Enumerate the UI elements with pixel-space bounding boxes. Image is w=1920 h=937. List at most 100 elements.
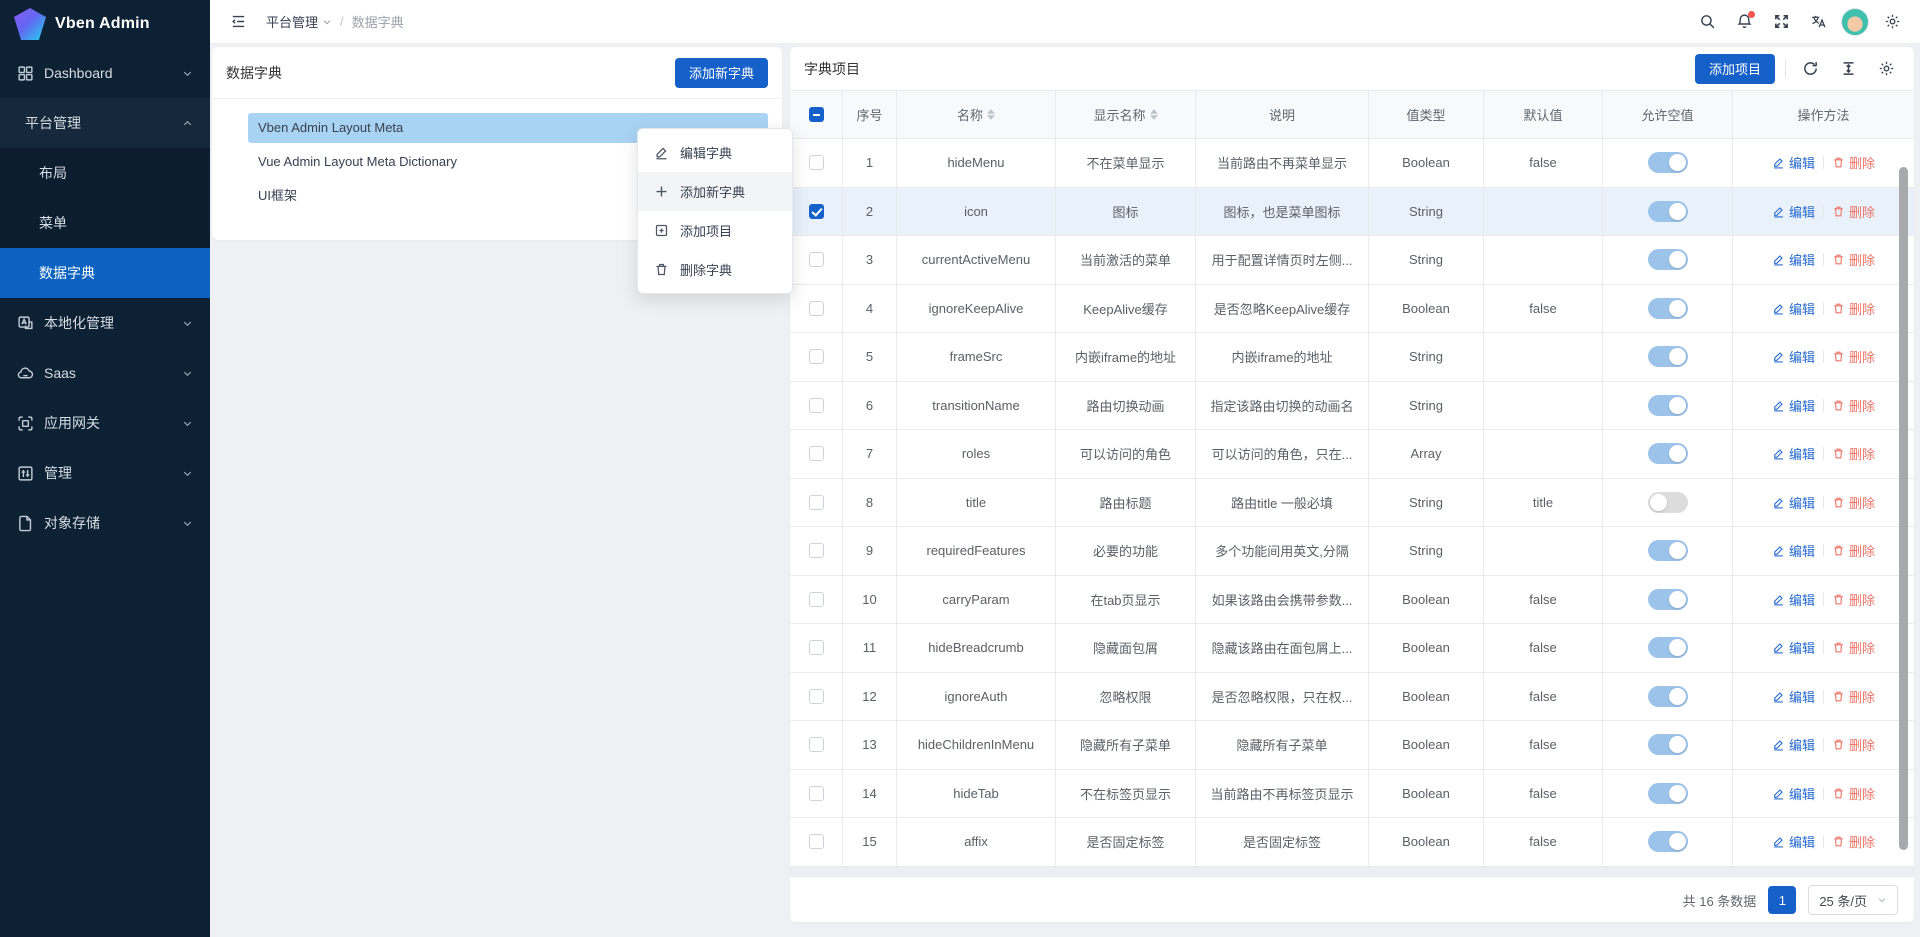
row-checkbox[interactable] xyxy=(809,349,824,364)
allow-empty-toggle[interactable] xyxy=(1648,831,1688,852)
edit-button[interactable]: 编辑 xyxy=(1772,687,1815,706)
page-1-button[interactable]: 1 xyxy=(1768,886,1796,914)
context-menu-item-label: 添加新字典 xyxy=(680,182,745,201)
allow-empty-toggle[interactable] xyxy=(1648,492,1688,513)
edit-button[interactable]: 编辑 xyxy=(1772,202,1815,221)
delete-button[interactable]: 删除 xyxy=(1832,493,1875,512)
row-checkbox[interactable] xyxy=(809,689,824,704)
allow-empty-toggle[interactable] xyxy=(1648,395,1688,416)
row-height-icon[interactable] xyxy=(1834,55,1862,83)
table-settings-gear-icon[interactable] xyxy=(1872,55,1900,83)
allow-empty-toggle[interactable] xyxy=(1648,783,1688,804)
add-dictionary-button[interactable]: 添加新字典 xyxy=(675,58,768,88)
delete-button[interactable]: 删除 xyxy=(1832,735,1875,754)
edit-button[interactable]: 编辑 xyxy=(1772,153,1815,172)
sidebar-item[interactable]: 布局 xyxy=(0,148,210,198)
delete-button[interactable]: 删除 xyxy=(1832,202,1875,221)
edit-button[interactable]: 编辑 xyxy=(1772,396,1815,415)
allow-empty-toggle[interactable] xyxy=(1648,249,1688,270)
sidebar-item[interactable]: Saas xyxy=(0,348,210,398)
delete-button[interactable]: 删除 xyxy=(1832,444,1875,463)
allow-empty-toggle[interactable] xyxy=(1648,346,1688,367)
sidebar-item[interactable]: 菜单 xyxy=(0,198,210,248)
allow-empty-toggle[interactable] xyxy=(1648,589,1688,610)
edit-button[interactable]: 编辑 xyxy=(1772,444,1815,463)
allow-empty-toggle[interactable] xyxy=(1648,686,1688,707)
edit-button[interactable]: 编辑 xyxy=(1772,250,1815,269)
collapse-sidebar-button[interactable] xyxy=(224,8,252,36)
row-checkbox[interactable] xyxy=(809,204,824,219)
sidebar-item[interactable]: 管理 xyxy=(0,448,210,498)
notification-bell-icon[interactable] xyxy=(1730,8,1758,36)
horizontal-scrollbar[interactable] xyxy=(790,867,1914,877)
search-icon[interactable] xyxy=(1693,8,1721,36)
logo[interactable]: Vben Admin xyxy=(0,0,210,48)
col-header-name[interactable]: 名称 xyxy=(897,91,1056,138)
table-row: 8 title 路由标题 路由title 一般必填 String title 编… xyxy=(790,479,1914,528)
edit-button[interactable]: 编辑 xyxy=(1772,735,1815,754)
select-all-checkbox[interactable] xyxy=(809,107,824,122)
context-menu-item[interactable]: 编辑字典 xyxy=(638,133,792,172)
row-checkbox[interactable] xyxy=(809,737,824,752)
delete-button[interactable]: 删除 xyxy=(1832,541,1875,560)
edit-button[interactable]: 编辑 xyxy=(1772,299,1815,318)
allow-empty-toggle[interactable] xyxy=(1648,540,1688,561)
sidebar-item[interactable]: 本地化管理 xyxy=(0,298,210,348)
delete-button[interactable]: 删除 xyxy=(1832,250,1875,269)
sidebar-item[interactable]: 对象存储 xyxy=(0,498,210,548)
row-checkbox[interactable] xyxy=(809,592,824,607)
edit-button[interactable]: 编辑 xyxy=(1772,541,1815,560)
row-checkbox[interactable] xyxy=(809,301,824,316)
row-checkbox[interactable] xyxy=(809,252,824,267)
row-checkbox[interactable] xyxy=(809,155,824,170)
add-item-button[interactable]: 添加项目 xyxy=(1695,54,1775,84)
avatar[interactable] xyxy=(1841,8,1869,36)
allow-empty-toggle[interactable] xyxy=(1648,637,1688,658)
row-checkbox[interactable] xyxy=(809,398,824,413)
edit-button[interactable]: 编辑 xyxy=(1772,784,1815,803)
context-menu-item[interactable]: 添加项目 xyxy=(638,211,792,250)
sidebar-item[interactable]: Dashboard xyxy=(0,48,210,98)
edit-button[interactable]: 编辑 xyxy=(1772,832,1815,851)
sidebar-item[interactable]: 数据字典 xyxy=(0,248,210,298)
delete-button[interactable]: 删除 xyxy=(1832,590,1875,609)
refresh-icon[interactable] xyxy=(1796,55,1824,83)
delete-button[interactable]: 删除 xyxy=(1832,784,1875,803)
sidebar-item[interactable]: 平台管理 xyxy=(0,98,210,148)
gear-icon[interactable] xyxy=(1878,8,1906,36)
allow-empty-toggle[interactable] xyxy=(1648,152,1688,173)
allow-empty-toggle[interactable] xyxy=(1648,201,1688,222)
delete-button[interactable]: 删除 xyxy=(1832,687,1875,706)
delete-button[interactable]: 删除 xyxy=(1832,153,1875,172)
delete-button[interactable]: 删除 xyxy=(1832,347,1875,366)
allow-empty-toggle[interactable] xyxy=(1648,443,1688,464)
language-icon[interactable] xyxy=(1804,8,1832,36)
row-checkbox[interactable] xyxy=(809,640,824,655)
breadcrumb-level1[interactable]: 平台管理 xyxy=(266,12,332,31)
fullscreen-icon[interactable] xyxy=(1767,8,1795,36)
allow-empty-toggle[interactable] xyxy=(1648,298,1688,319)
table-body: 1 hideMenu 不在菜单显示 当前路由不再菜单显示 Boolean fal… xyxy=(790,139,1914,867)
delete-button[interactable]: 删除 xyxy=(1832,396,1875,415)
context-menu-item[interactable]: 添加新字典 xyxy=(638,172,792,211)
edit-button[interactable]: 编辑 xyxy=(1772,638,1815,657)
sort-icon[interactable] xyxy=(987,109,995,120)
row-checkbox[interactable] xyxy=(809,786,824,801)
row-checkbox[interactable] xyxy=(809,834,824,849)
col-header-display[interactable]: 显示名称 xyxy=(1056,91,1196,138)
row-checkbox[interactable] xyxy=(809,495,824,510)
delete-button[interactable]: 删除 xyxy=(1832,832,1875,851)
context-menu-item[interactable]: 删除字典 xyxy=(638,250,792,289)
sort-icon[interactable] xyxy=(1150,109,1158,120)
allow-empty-toggle[interactable] xyxy=(1648,734,1688,755)
delete-button[interactable]: 删除 xyxy=(1832,638,1875,657)
edit-button[interactable]: 编辑 xyxy=(1772,347,1815,366)
row-checkbox[interactable] xyxy=(809,446,824,461)
edit-button[interactable]: 编辑 xyxy=(1772,493,1815,512)
edit-button[interactable]: 编辑 xyxy=(1772,590,1815,609)
row-checkbox[interactable] xyxy=(809,543,824,558)
delete-button[interactable]: 删除 xyxy=(1832,299,1875,318)
vertical-scrollbar-thumb[interactable] xyxy=(1899,167,1908,850)
page-size-select[interactable]: 25 条/页 xyxy=(1808,885,1898,915)
sidebar-item[interactable]: 应用网关 xyxy=(0,398,210,448)
